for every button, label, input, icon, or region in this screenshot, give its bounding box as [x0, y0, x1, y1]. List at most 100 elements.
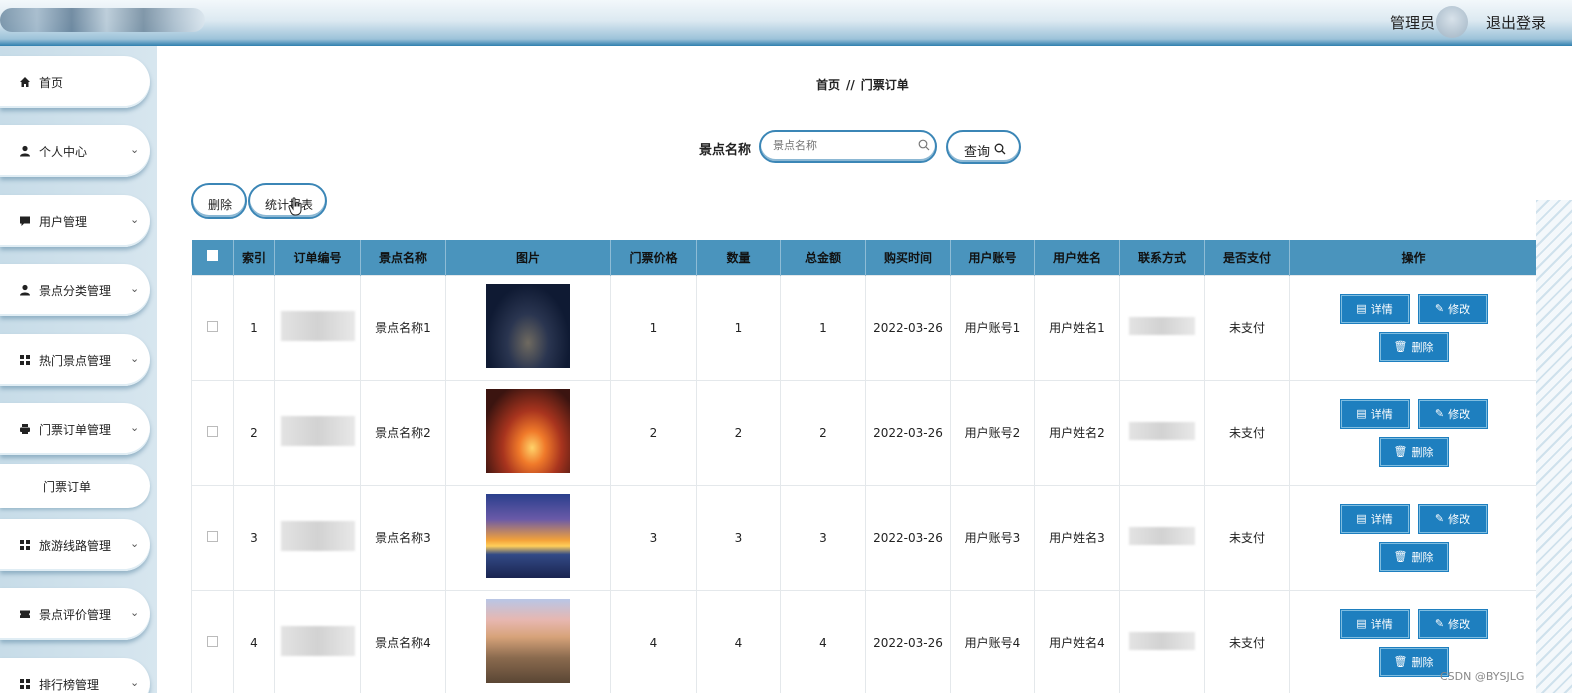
avatar[interactable] — [1436, 6, 1468, 38]
sidebar-item-label: 排行榜管理 — [39, 678, 100, 692]
order-number-redacted — [280, 626, 355, 656]
cell-user-name: 用户姓名3 — [1034, 484, 1120, 591]
sidebar-item-category-management[interactable]: 景点分类管理 ⌄ — [0, 264, 150, 316]
column-header: 用户姓名 — [1034, 240, 1120, 275]
document-icon: ▤ — [1356, 407, 1367, 420]
sidebar-item-label: 个人中心 — [39, 145, 88, 159]
search-label: 景点名称 — [699, 143, 752, 158]
column-header: 联系方式 — [1119, 240, 1205, 275]
contact-redacted — [1129, 422, 1195, 440]
sidebar-item-reviews[interactable]: 景点评价管理 ⌄ — [0, 588, 150, 640]
breadcrumb-home[interactable]: 首页 — [816, 78, 840, 92]
delete-button[interactable]: 🗑 删除 — [1379, 542, 1448, 571]
cell-paid: 未支付 — [1204, 484, 1290, 591]
admin-label: 管理员 — [1390, 14, 1436, 32]
sidebar-item-hot-scenic[interactable]: 热门景点管理 ⌄ — [0, 334, 150, 386]
delete-label: 删除 — [1411, 655, 1434, 669]
scenic-image — [486, 599, 570, 683]
edit-icon: ✎ — [1434, 302, 1445, 315]
cell-total: 2 — [780, 379, 866, 486]
chevron-down-icon: ⌄ — [130, 676, 140, 689]
breadcrumb-current: 门票订单 — [860, 78, 909, 92]
column-header: 用户账号 — [950, 240, 1035, 275]
contact-redacted — [1129, 527, 1195, 545]
edit-button[interactable]: ✎ 修改 — [1418, 504, 1487, 533]
chevron-down-icon: ⌄ — [130, 537, 140, 550]
home-icon — [18, 75, 31, 88]
search-input[interactable] — [773, 139, 913, 152]
delete-label: 删除 — [1411, 340, 1434, 354]
document-icon: ▤ — [1356, 617, 1367, 630]
detail-button[interactable]: ▤ 详情 — [1340, 504, 1409, 533]
row-checkbox[interactable] — [207, 320, 218, 332]
detail-label: 详情 — [1370, 407, 1393, 421]
delete-button[interactable]: 🗑 删除 — [1379, 437, 1448, 466]
cell-price: 3 — [610, 484, 697, 591]
trash-icon: 🗑 — [1393, 550, 1408, 563]
edit-button[interactable]: ✎ 修改 — [1418, 399, 1487, 428]
table-row: 1 景点名称1 1 1 1 2022-03-26 用户账号1 用户姓名1 未支付… — [191, 274, 1538, 381]
chat-icon — [18, 214, 31, 227]
cell-price: 4 — [610, 589, 697, 693]
sidebar-item-ranking[interactable]: 排行榜管理 ⌄ — [0, 658, 150, 693]
sidebar-item-label: 门票订单管理 — [39, 423, 112, 437]
select-all-checkbox[interactable] — [206, 250, 218, 262]
trash-icon: 🗑 — [1393, 340, 1408, 353]
column-header: 图片 — [445, 240, 611, 275]
edit-button[interactable]: ✎ 修改 — [1418, 294, 1487, 323]
watermark: CSDN @BYSJLG — [1440, 670, 1525, 683]
sidebar-item-travel-routes[interactable]: 旅游线路管理 ⌄ — [0, 519, 150, 571]
grid-icon — [18, 677, 31, 690]
detail-label: 详情 — [1370, 512, 1393, 526]
cell-user-name: 用户姓名1 — [1034, 274, 1120, 381]
sidebar-item-personal-center[interactable]: 个人中心 ⌄ — [0, 125, 150, 177]
cell-total: 1 — [780, 274, 866, 381]
column-header: 操作 — [1289, 240, 1538, 275]
edit-button[interactable]: ✎ 修改 — [1418, 609, 1487, 638]
query-button[interactable]: 查询 — [946, 130, 1021, 164]
scenic-image — [486, 389, 570, 473]
query-button-label: 查询 — [964, 145, 991, 160]
cell-price: 1 — [610, 274, 697, 381]
cell-index: 2 — [233, 379, 275, 486]
sidebar-item-label: 景点评价管理 — [39, 608, 112, 622]
row-checkbox[interactable] — [207, 530, 218, 542]
table-row: 4 景点名称4 4 4 4 2022-03-26 用户账号4 用户姓名4 未支付… — [191, 589, 1538, 693]
logout-link[interactable]: 退出登录 — [1486, 12, 1546, 33]
scenic-image — [486, 494, 570, 578]
cell-account: 用户账号4 — [950, 589, 1035, 693]
cell-total: 3 — [780, 484, 866, 591]
sidebar-subitem-ticket-order[interactable]: 门票订单 — [0, 464, 150, 508]
column-header: 数量 — [696, 240, 781, 275]
detail-button[interactable]: ▤ 详情 — [1340, 294, 1409, 323]
cell-quantity: 3 — [696, 484, 781, 591]
select-all-cell[interactable] — [191, 240, 234, 275]
row-checkbox[interactable] — [207, 425, 218, 437]
sidebar-item-user-management[interactable]: 用户管理 ⌄ — [0, 195, 150, 247]
chevron-down-icon: ⌄ — [130, 352, 140, 365]
chevron-down-icon: ⌄ — [130, 606, 140, 619]
search-icon — [994, 143, 1006, 155]
search-field[interactable] — [759, 130, 937, 163]
cell-index: 1 — [233, 274, 275, 381]
sidebar-item-home[interactable]: 首页 — [0, 56, 150, 108]
detail-button[interactable]: ▤ 详情 — [1340, 399, 1409, 428]
column-header: 购买时间 — [865, 240, 951, 275]
edit-label: 修改 — [1448, 512, 1471, 526]
cell-index: 4 — [233, 589, 275, 693]
contact-redacted — [1129, 317, 1195, 335]
sidebar-item-ticket-orders[interactable]: 门票订单管理 ⌄ — [0, 403, 150, 455]
delete-button[interactable]: 🗑 删除 — [1379, 647, 1448, 676]
delete-label: 删除 — [1411, 445, 1434, 459]
cell-user-name: 用户姓名4 — [1034, 589, 1120, 693]
batch-delete-button[interactable]: 删除 — [191, 183, 247, 219]
trash-icon: 🗑 — [1393, 445, 1408, 458]
top-header: 管理员 退出登录 — [0, 0, 1572, 46]
delete-button[interactable]: 🗑 删除 — [1379, 332, 1448, 361]
detail-button[interactable]: ▤ 详情 — [1340, 609, 1409, 638]
row-checkbox[interactable] — [207, 635, 218, 647]
cell-quantity: 2 — [696, 379, 781, 486]
document-icon: ▤ — [1356, 512, 1367, 525]
cell-scenic-name: 景点名称4 — [360, 589, 446, 693]
cell-paid: 未支付 — [1204, 379, 1290, 486]
